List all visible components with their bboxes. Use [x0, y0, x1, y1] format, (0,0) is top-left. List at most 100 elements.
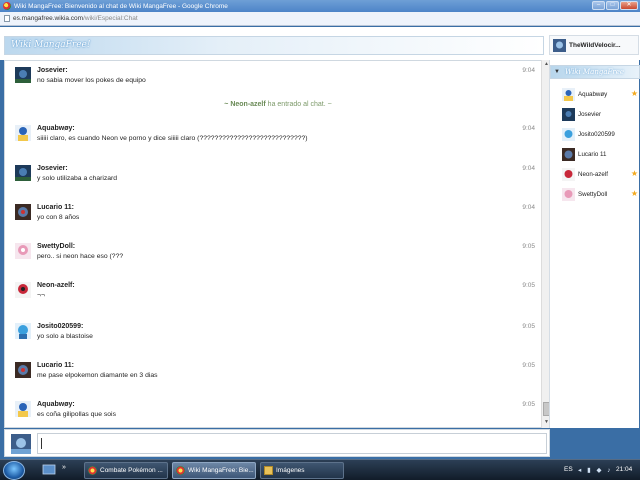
current-user-name: TheWildVelocir... — [569, 41, 621, 49]
member-name: Josito020599 — [578, 131, 615, 138]
text-caret — [41, 438, 42, 449]
wiki-logo-banner[interactable]: Wiki MangaFree! — [4, 36, 544, 55]
member-avatar — [562, 148, 575, 161]
message-timestamp: 9:04 — [522, 165, 535, 172]
taskbar-item-label: Imágenes — [276, 467, 305, 474]
taskbar-item-label: Wiki MangaFree: Bie... — [188, 467, 254, 474]
user-avatar[interactable] — [15, 282, 31, 298]
user-list-item[interactable]: Lucario 11 — [562, 148, 638, 164]
chrome-icon — [88, 466, 97, 475]
message-text: siiiii claro, es cuando Neon ve porno y … — [37, 135, 308, 142]
message-text: yo solo a blastoise — [37, 333, 93, 340]
message-username[interactable]: Josevier: — [37, 67, 68, 74]
message-username[interactable]: Lucario 11: — [37, 362, 74, 369]
user-list-item[interactable]: SwettyDoll ★ — [562, 188, 638, 204]
user-list-header-label: Wiki MangaFree — [565, 68, 625, 76]
language-indicator[interactable]: ES — [564, 466, 573, 473]
member-name: Neon-azelf — [578, 171, 608, 178]
member-avatar — [562, 108, 575, 121]
start-button[interactable] — [3, 461, 25, 480]
quick-launch-chevron-icon[interactable]: » — [62, 464, 76, 476]
message-text: pero.. si neon hace eso (??? — [37, 253, 124, 260]
my-avatar — [11, 434, 31, 454]
user-avatar[interactable] — [15, 67, 31, 83]
user-avatar[interactable] — [15, 204, 31, 220]
wiki-header: Wiki MangaFree! — [0, 27, 640, 60]
inline-alert: ~ Neon-azelf ha entrado al chat. ~ — [5, 101, 549, 108]
user-list-sidebar: ▼ Wiki MangaFree Aquabwøy ★ Josevier Jos… — [549, 60, 640, 428]
member-name: Aquabwøy — [578, 91, 608, 98]
message-username[interactable]: Neon-azelf: — [37, 282, 75, 289]
current-user-box[interactable]: TheWildVelocir... — [549, 35, 639, 55]
message-text: ¬¬ — [37, 292, 45, 299]
chrome-icon — [176, 466, 185, 475]
star-icon: ★ — [630, 89, 638, 98]
user-list-item[interactable]: Neon-azelf ★ — [562, 168, 638, 184]
window-controls: – □ ✕ — [592, 1, 638, 10]
user-avatar[interactable] — [15, 243, 31, 259]
member-avatar — [562, 128, 575, 141]
message-username[interactable]: Lucario 11: — [37, 204, 74, 211]
message-timestamp: 9:05 — [522, 282, 535, 289]
user-list-header[interactable]: ▼ Wiki MangaFree — [550, 65, 640, 79]
message-timestamp: 9:05 — [522, 243, 535, 250]
maximize-button[interactable]: □ — [606, 1, 619, 10]
tray-icons[interactable]: ◂ ▮ ◆ ♪ — [578, 466, 613, 474]
show-desktop-icon[interactable] — [42, 464, 56, 476]
user-avatar[interactable] — [15, 401, 31, 417]
taskbar-item[interactable]: Wiki MangaFree: Bie... — [172, 462, 256, 479]
taskbar: » Combate Pokémon ... Wiki MangaFree: Bi… — [0, 459, 640, 480]
message-username[interactable]: SwettyDoll: — [37, 243, 75, 250]
user-avatar[interactable] — [15, 165, 31, 181]
inline-alert-user: ~ Neon-azelf — [224, 101, 266, 108]
message-timestamp: 9:05 — [522, 323, 535, 330]
taskbar-item[interactable]: Combate Pokémon ... — [84, 462, 168, 479]
message-timestamp: 9:04 — [522, 125, 535, 132]
message-text: yo con 8 años — [37, 214, 80, 221]
collapse-icon[interactable]: ▼ — [554, 69, 560, 75]
current-user-avatar[interactable] — [553, 38, 566, 52]
message-text: no sabia mover los pokes de equipo — [37, 77, 146, 84]
message-username[interactable]: Josevier: — [37, 165, 68, 172]
chat-messages: Josevier: no sabia mover los pokes de eq… — [4, 60, 550, 428]
star-icon: ★ — [630, 189, 638, 198]
message-username[interactable]: Aquabwøy: — [37, 401, 75, 408]
url-path: /wiki/Especial:Chat — [83, 15, 138, 22]
user-avatar[interactable] — [15, 323, 31, 339]
message-timestamp: 9:04 — [522, 67, 535, 74]
member-name: SwettyDoll — [578, 191, 608, 198]
url-text[interactable]: es.mangafree.wikia.com/wiki/Especial:Cha… — [13, 15, 138, 22]
user-avatar[interactable] — [15, 362, 31, 378]
user-avatar[interactable] — [15, 125, 31, 141]
member-name: Lucario 11 — [578, 151, 607, 158]
minimize-button[interactable]: – — [592, 1, 605, 10]
message-input-row — [4, 429, 550, 457]
member-avatar — [562, 188, 575, 201]
message-timestamp: 9:05 — [522, 401, 535, 408]
member-name: Josevier — [578, 111, 602, 118]
message-input[interactable] — [37, 433, 547, 454]
member-avatar — [562, 168, 575, 181]
window-title: Wiki MangaFree: Bienvenido al chat de Wi… — [14, 2, 228, 10]
taskbar-item[interactable]: Imágenes — [260, 462, 344, 479]
url-host: es.mangafree.wikia.com — [13, 15, 84, 22]
user-list-item[interactable]: Aquabwøy ★ — [562, 88, 638, 104]
message-text: es coña gilipollas que sois — [37, 411, 116, 418]
address-bar[interactable]: es.mangafree.wikia.com/wiki/Especial:Cha… — [0, 12, 640, 26]
folder-icon — [264, 466, 273, 475]
user-list-item[interactable]: Josito020599 — [562, 128, 638, 144]
inline-alert-text: ha entrado al chat. ~ — [267, 101, 332, 108]
taskbar-item-label: Combate Pokémon ... — [100, 467, 163, 474]
chrome-icon — [3, 2, 11, 10]
message-username[interactable]: Aquabwøy: — [37, 125, 75, 132]
close-button[interactable]: ✕ — [620, 1, 638, 10]
page-icon — [4, 15, 10, 22]
clock[interactable]: 21:04 — [616, 466, 632, 473]
user-list-item[interactable]: Josevier — [562, 108, 638, 124]
message-username[interactable]: Josito020599: — [37, 323, 83, 330]
wiki-logo[interactable]: Wiki MangaFree! — [11, 40, 90, 50]
message-text: y solo utilizaba a charizard — [37, 175, 118, 182]
message-timestamp: 9:04 — [522, 204, 535, 211]
member-avatar — [562, 88, 575, 101]
window-title-bar: Wiki MangaFree: Bienvenido al chat de Wi… — [0, 0, 640, 12]
